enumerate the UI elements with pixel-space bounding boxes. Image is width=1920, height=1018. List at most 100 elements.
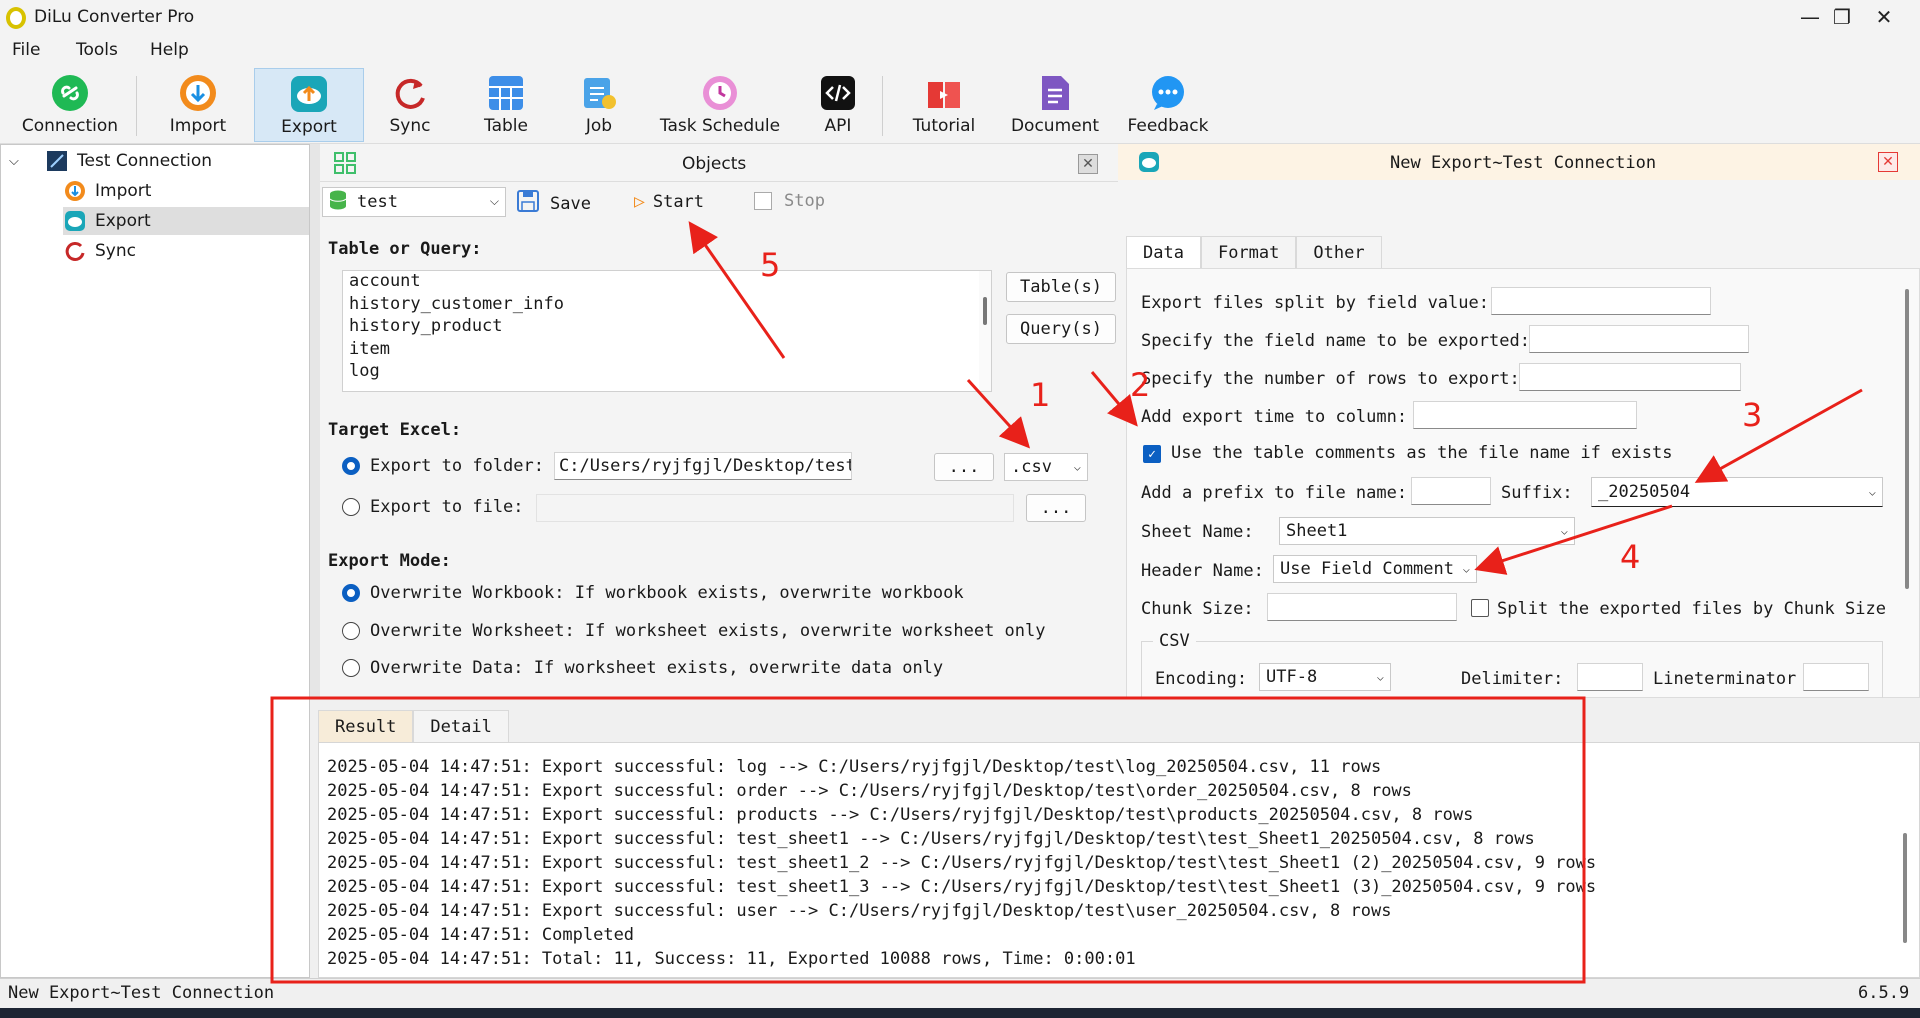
mode-overwrite-workbook-radio[interactable] — [342, 584, 360, 602]
format-select[interactable]: .csv ⌵ — [1004, 453, 1088, 481]
result-area: Result Detail 2025-05-04 14:47:51: Expor… — [310, 698, 1920, 978]
mode-overwrite-worksheet-radio[interactable] — [342, 622, 360, 640]
list-item[interactable]: log — [343, 361, 991, 384]
encoding-label: Encoding: — [1155, 669, 1248, 689]
job-button[interactable]: Job — [564, 68, 634, 142]
grid-icon — [334, 152, 356, 179]
export-time-label: Add export time to column: — [1141, 407, 1408, 427]
stop-button[interactable]: Stop — [754, 191, 825, 211]
lineterminator-label: Lineterminator — [1653, 669, 1797, 689]
tab-data[interactable]: Data — [1126, 236, 1201, 268]
list-scrollbar[interactable] — [979, 271, 991, 391]
num-rows-input[interactable] — [1519, 363, 1741, 391]
taskbar-strip — [0, 1008, 1920, 1018]
list-item[interactable]: history_product — [343, 316, 991, 339]
export-panel: New Export~Test Connection ✕ Data Format… — [1118, 144, 1920, 701]
query-button[interactable]: Query(s) — [1006, 314, 1116, 344]
field-name-input[interactable] — [1529, 325, 1749, 353]
export-to-folder-radio[interactable] — [342, 457, 360, 475]
annotation-2: 2 — [1130, 366, 1151, 404]
sync-icon — [63, 239, 87, 263]
log-line: 2025-05-04 14:47:51: Export successful: … — [327, 829, 1535, 849]
split-chunk-checkbox[interactable] — [1471, 599, 1489, 617]
database-select[interactable]: test ⌵ — [322, 187, 506, 217]
lineterminator-input[interactable] — [1803, 663, 1869, 691]
database-icon — [329, 190, 347, 215]
main-toolbar: Connection Import Export Sync Table Job … — [0, 66, 1920, 144]
save-button[interactable]: Save — [516, 189, 591, 218]
document-button[interactable]: Document — [1006, 68, 1104, 142]
log-line: 2025-05-04 14:47:51: Completed — [327, 925, 635, 945]
list-item[interactable]: item — [343, 339, 991, 362]
table-icon — [487, 74, 525, 112]
table-button[interactable]: Table — [466, 68, 546, 142]
browse-folder-button[interactable]: ... — [934, 453, 994, 481]
book-icon — [925, 74, 963, 112]
mode-overwrite-data-radio[interactable] — [342, 659, 360, 677]
feedback-button[interactable]: Feedback — [1116, 68, 1220, 142]
encoding-select[interactable]: UTF-8 ⌵ — [1259, 663, 1391, 691]
split-by-field-input[interactable] — [1491, 287, 1711, 315]
file-path-input[interactable] — [536, 494, 1014, 522]
start-button[interactable]: ▷ Start — [634, 191, 704, 212]
folder-path-input[interactable]: C:/Users/ryjfgjl/Desktop/test — [554, 452, 852, 480]
objects-panel: Objects ✕ test ⌵ Save ▷ Start Stop Table… — [320, 144, 1118, 698]
table-list[interactable]: account history_customer_info history_pr… — [342, 270, 992, 392]
import-button[interactable]: Import — [154, 68, 242, 142]
tree-root-test-connection[interactable]: ⌵ Test Connection — [9, 147, 309, 175]
annotation-1: 1 — [1030, 376, 1051, 414]
suffix-combo[interactable]: _20250504 ⌵ — [1591, 477, 1883, 507]
annotation-4: 4 — [1620, 538, 1641, 576]
result-log[interactable]: 2025-05-04 14:47:51: Export successful: … — [318, 742, 1920, 978]
log-line: 2025-05-04 14:47:51: Export successful: … — [327, 781, 1412, 801]
tab-detail[interactable]: Detail — [413, 710, 509, 742]
menu-help[interactable]: Help — [150, 40, 189, 60]
chunk-size-input[interactable] — [1267, 593, 1457, 621]
job-icon — [580, 74, 618, 112]
header-name-select[interactable]: Use Field Comment ⌵ — [1273, 555, 1477, 583]
sync-button[interactable]: Sync — [372, 68, 448, 142]
log-scrollbar[interactable] — [1903, 833, 1907, 943]
list-item[interactable]: history_customer_info — [343, 294, 991, 317]
tutorial-button[interactable]: Tutorial — [896, 68, 992, 142]
prefix-input[interactable] — [1411, 477, 1491, 505]
tables-button[interactable]: Table(s) — [1006, 272, 1116, 302]
chevron-down-icon[interactable]: ⌵ — [9, 154, 29, 169]
sheet-name-combo[interactable]: Sheet1 ⌵ — [1279, 517, 1575, 545]
export-button[interactable]: Export — [254, 68, 364, 142]
api-button[interactable]: API — [806, 68, 870, 142]
close-window-button[interactable]: ✕ — [1854, 0, 1914, 34]
table-or-query-label: Table or Query: — [328, 239, 482, 259]
log-line: 2025-05-04 14:47:51: Export successful: … — [327, 901, 1392, 921]
app-logo-icon — [6, 7, 26, 29]
chevron-down-icon: ⌵ — [489, 193, 499, 208]
task-schedule-button[interactable]: Task Schedule — [650, 68, 790, 142]
delimiter-input[interactable] — [1577, 663, 1643, 691]
export-to-file-radio[interactable] — [342, 498, 360, 516]
log-line: 2025-05-04 14:47:51: Export successful: … — [327, 805, 1474, 825]
close-export-panel-button[interactable]: ✕ — [1878, 152, 1898, 172]
use-comments-checkbox[interactable]: ✓ — [1143, 445, 1161, 463]
chunk-size-label: Chunk Size: — [1141, 599, 1254, 619]
tree-item-import[interactable]: Import — [63, 177, 309, 205]
connection-button[interactable]: Connection — [8, 68, 132, 142]
tab-result[interactable]: Result — [318, 710, 414, 742]
close-objects-button[interactable]: ✕ — [1078, 154, 1098, 174]
split-by-field-label: Export files split by field value: — [1141, 293, 1489, 313]
tab-other[interactable]: Other — [1296, 236, 1382, 268]
target-excel-label: Target Excel: — [328, 420, 462, 440]
menu-tools[interactable]: Tools — [76, 40, 118, 60]
pane-scrollbar[interactable] — [1905, 289, 1909, 589]
export-time-input[interactable] — [1413, 401, 1637, 429]
chevron-down-icon: ⌵ — [1560, 523, 1568, 538]
tree-item-export[interactable]: Export — [63, 207, 309, 235]
tab-format[interactable]: Format — [1200, 236, 1297, 268]
log-line: 2025-05-04 14:47:51: Total: 11, Success:… — [327, 949, 1136, 969]
menu-file[interactable]: File — [12, 40, 40, 60]
export-tabs: Data Format Other — [1126, 236, 1382, 268]
tree-item-sync[interactable]: Sync — [63, 237, 309, 265]
menu-bar: File Tools Help — [0, 36, 1920, 66]
link-icon — [51, 74, 89, 112]
browse-file-button[interactable]: ... — [1026, 494, 1086, 522]
list-item[interactable]: account — [343, 271, 991, 294]
